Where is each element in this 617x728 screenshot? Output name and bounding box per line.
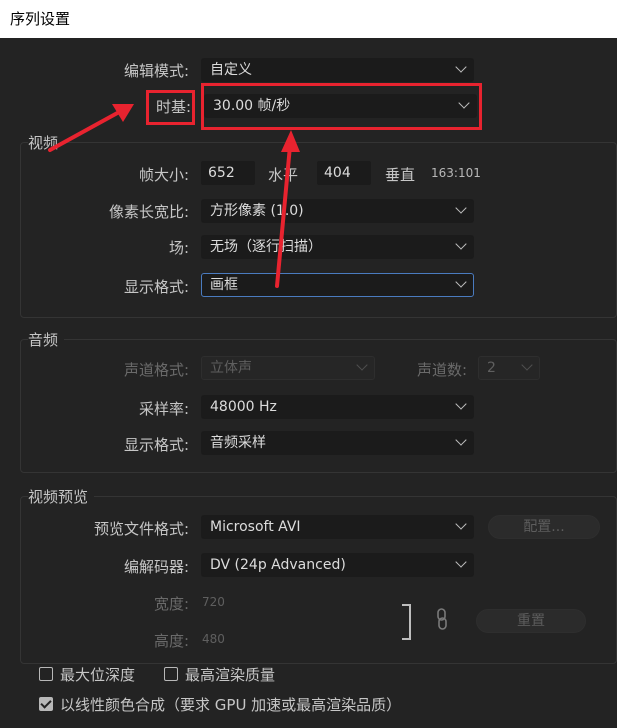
arrow-to-timebase-label — [48, 109, 123, 152]
annotation-arrows — [48, 104, 300, 288]
arrowhead-icon — [281, 130, 300, 152]
window-title: 序列设置 — [0, 0, 617, 38]
sequence-settings-panel: 编辑模式: 自定义 时基: 30.00 帧/秒 视频 帧大小: 652 水平 4… — [0, 38, 617, 728]
arrow-to-timebase-dropdown — [275, 144, 292, 288]
